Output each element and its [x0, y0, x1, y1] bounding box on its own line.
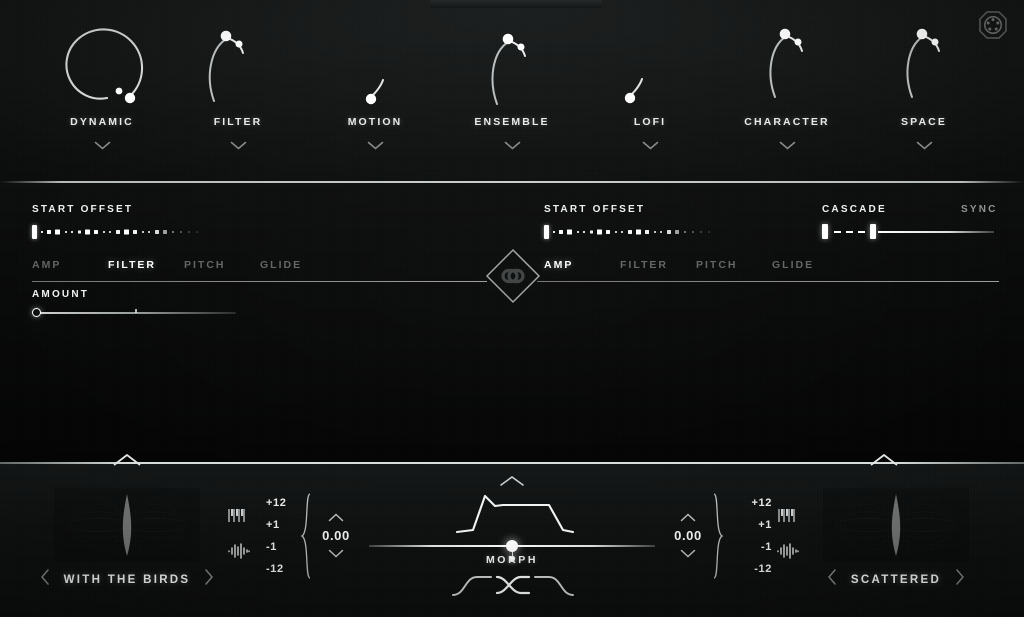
- module-ensemble[interactable]: ENSEMBLE: [447, 18, 577, 168]
- sampler-bar: WITH THE BIRDS +12 +1 -1 -12 0.00 0.00 +…: [0, 454, 1024, 617]
- pitch-brace-right: [712, 492, 724, 585]
- envelope-panel: START OFFSET AMP FILTER PITCH GLIDE AMOU…: [0, 181, 1024, 617]
- waveform-icon[interactable]: [227, 543, 251, 564]
- character-curve-icon: [722, 18, 852, 114]
- cascade-dash: [834, 230, 841, 233]
- pitch-range-right: +12 +1 -1 -12: [728, 492, 772, 580]
- morph-control: MORPH: [347, 466, 677, 616]
- envelope-left: START OFFSET AMP FILTER PITCH GLIDE AMOU…: [0, 181, 512, 613]
- tab-amp[interactable]: AMP: [32, 259, 108, 271]
- tab-underline: [537, 281, 999, 282]
- motion-dot-icon: [310, 18, 440, 114]
- chevron-down-icon[interactable]: [367, 137, 384, 155]
- module-character[interactable]: CHARACTER: [722, 18, 852, 168]
- tab-filter[interactable]: FILTER: [620, 259, 696, 271]
- sync-label[interactable]: SYNC: [961, 204, 998, 215]
- chevron-right-icon[interactable]: [204, 569, 214, 590]
- module-strip: DYNAMIC FILTER MOTION ENSEMBLE LOFI CHAR…: [0, 0, 1024, 181]
- start-offset-label: START OFFSET: [544, 204, 646, 215]
- start-offset-ticks: [553, 225, 716, 239]
- right-notch: [869, 453, 899, 471]
- chevron-down-icon[interactable]: [230, 137, 247, 155]
- top-highlight-bar: [430, 0, 602, 8]
- start-offset-handle[interactable]: [544, 225, 549, 239]
- tab-underline: [32, 281, 487, 282]
- pitch-mark: -1: [761, 541, 772, 553]
- chevron-left-icon[interactable]: [40, 569, 50, 590]
- cascade-label: CASCADE: [822, 204, 887, 215]
- pitch-mark: +1: [758, 519, 772, 531]
- sample-slot-left: WITH THE BIRDS: [7, 484, 247, 604]
- tab-pitch[interactable]: PITCH: [696, 259, 772, 271]
- sample-name-right[interactable]: SCATTERED: [851, 574, 941, 586]
- chevron-down-icon[interactable]: [779, 137, 796, 155]
- chevron-down-icon[interactable]: [916, 137, 933, 155]
- tab-glide[interactable]: GLIDE: [260, 259, 336, 271]
- sample-name-row-right: SCATTERED: [776, 569, 1016, 590]
- chevron-down-icon[interactable]: [94, 137, 111, 155]
- cascade-dash: [846, 230, 853, 233]
- pitch-mark: +12: [751, 497, 772, 509]
- crossfade-x-icon[interactable]: [449, 571, 577, 606]
- tab-filter[interactable]: FILTER: [108, 259, 184, 271]
- module-label: DYNAMIC: [70, 116, 134, 128]
- morph-label: MORPH: [485, 554, 539, 566]
- lofi-dot-icon: [585, 18, 715, 114]
- module-motion[interactable]: MOTION: [310, 18, 440, 168]
- module-space[interactable]: SPACE: [859, 18, 989, 168]
- start-offset-ticks: [41, 225, 204, 239]
- amount-label: AMOUNT: [32, 289, 90, 300]
- sample-slot-right: SCATTERED: [776, 484, 1016, 604]
- module-filter[interactable]: FILTER: [173, 18, 303, 168]
- module-lofi[interactable]: LOFI: [585, 18, 715, 168]
- plugin-window: DYNAMIC FILTER MOTION ENSEMBLE LOFI CHAR…: [0, 0, 1024, 617]
- left-notch: [112, 453, 142, 471]
- module-label: FILTER: [213, 116, 263, 128]
- chevron-down-icon[interactable]: [642, 137, 659, 155]
- sample-waveform-thumb[interactable]: [823, 488, 969, 562]
- morph-envelope-curve-icon: [451, 490, 579, 541]
- amount-knob[interactable]: [32, 308, 41, 317]
- module-label: MOTION: [347, 116, 403, 128]
- module-label: SPACE: [901, 116, 947, 128]
- pitch-mark: -12: [754, 563, 772, 575]
- cascade-handle-pos[interactable]: [870, 224, 876, 239]
- chevron-right-icon[interactable]: [955, 569, 965, 590]
- tab-amp[interactable]: AMP: [544, 259, 620, 271]
- envelope-link-toggle[interactable]: [484, 247, 542, 305]
- module-label: CHARACTER: [744, 116, 830, 128]
- space-curve-icon: [859, 18, 989, 114]
- envelope-right-tabs: AMP FILTER PITCH GLIDE: [544, 259, 848, 271]
- keyboard-icon[interactable]: [227, 508, 249, 529]
- module-dynamic[interactable]: DYNAMIC: [37, 18, 167, 168]
- sample-waveform-thumb[interactable]: [54, 488, 200, 562]
- amount-center-tick: [135, 309, 137, 313]
- sample-name-left[interactable]: WITH THE BIRDS: [64, 574, 191, 586]
- dynamic-arc-icon: [37, 18, 167, 114]
- module-label: LOFI: [633, 116, 667, 128]
- cascade-dash: [858, 230, 865, 233]
- chevron-up-icon[interactable]: [328, 509, 344, 526]
- cascade-handle-start[interactable]: [822, 224, 828, 239]
- midi-din-icon[interactable]: [977, 9, 1009, 46]
- chevron-left-icon[interactable]: [827, 569, 837, 590]
- chevron-down-icon[interactable]: [328, 545, 344, 562]
- chevron-down-icon[interactable]: [680, 545, 696, 562]
- filter-curve-icon: [173, 18, 303, 114]
- start-offset-slider[interactable]: [544, 225, 716, 239]
- start-offset-label: START OFFSET: [32, 204, 134, 215]
- sample-name-row-left: WITH THE BIRDS: [7, 569, 247, 590]
- chevron-down-icon[interactable]: [504, 137, 521, 155]
- start-offset-slider[interactable]: [32, 225, 204, 239]
- tab-glide[interactable]: GLIDE: [772, 259, 848, 271]
- chevron-up-icon[interactable]: [680, 509, 696, 526]
- cascade-track-line: [878, 230, 994, 233]
- envelope-left-tabs: AMP FILTER PITCH GLIDE: [32, 259, 336, 271]
- module-label: ENSEMBLE: [474, 116, 550, 128]
- start-offset-handle[interactable]: [32, 225, 37, 239]
- ensemble-curve-icon: [447, 18, 577, 114]
- envelope-right: START OFFSET CASCADE SYNC AMP FILTER PIT…: [512, 181, 1024, 613]
- cascade-slider[interactable]: [822, 224, 994, 239]
- tab-pitch[interactable]: PITCH: [184, 259, 260, 271]
